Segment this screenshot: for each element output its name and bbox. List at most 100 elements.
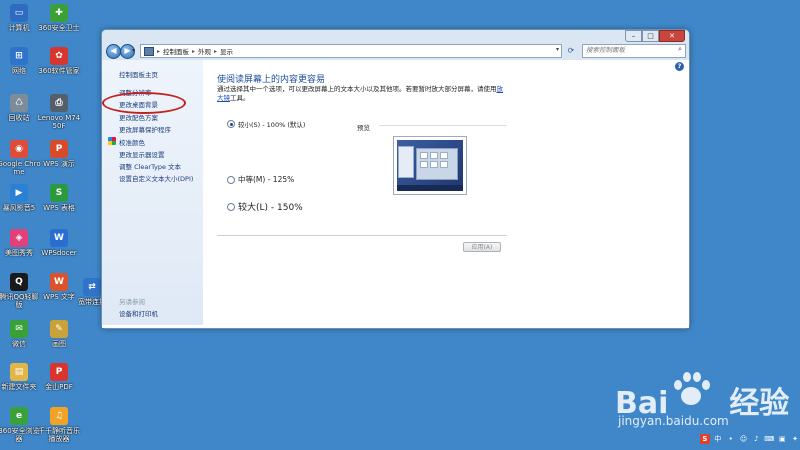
wechat-icon: ✉ xyxy=(10,320,28,338)
breadcrumb-display[interactable]: 显示 xyxy=(220,46,233,56)
broadband-connection-icon: ⇄ xyxy=(83,278,101,296)
desktop-icon-360-security[interactable]: ✚ 360安全卫士 xyxy=(36,4,82,32)
back-button[interactable]: ◀ xyxy=(106,44,121,59)
desktop-icon-label: 画图 xyxy=(52,340,66,348)
radio-icon[interactable] xyxy=(227,175,235,184)
printer-icon: ⎙ xyxy=(50,94,68,112)
address-bar[interactable]: ▸ 控制面板 ▸ 外观 ▸ 显示 ▾ xyxy=(140,44,562,58)
option-smaller[interactable]: 较小(S) - 100% (默认) xyxy=(227,119,305,129)
description-text: 通过选择其中一个选项，可以更改屏幕上的文本大小以及其他项。若要暂时放大部分屏幕，… xyxy=(217,85,497,93)
preview-window xyxy=(416,148,458,180)
qq-icon: Q xyxy=(10,273,28,291)
keyboard-icon[interactable]: ⌨ xyxy=(764,434,774,444)
desktop-icon-label: Lenovo M7450F xyxy=(37,114,81,130)
link-change-screen-saver[interactable]: 更改屏幕保护程序 xyxy=(119,124,171,134)
link-devices-and-printers[interactable]: 设备和打印机 xyxy=(119,308,158,318)
punctuation-icon[interactable]: • xyxy=(726,434,736,444)
software-manager-icon: ✿ xyxy=(50,47,68,65)
desktop-icon-label: 金山PDF xyxy=(45,383,73,391)
help-icon[interactable]: ? xyxy=(675,62,684,71)
control-panel-icon xyxy=(144,46,154,56)
desktop-icon-paint[interactable]: ✎ 画图 xyxy=(36,320,82,348)
see-also-heading: 另请参阅 xyxy=(119,298,145,306)
recycle-bin-icon: ♺ xyxy=(10,94,28,112)
breadcrumb-control-panel[interactable]: 控制面板 xyxy=(163,46,189,56)
photo-editor-icon: ◈ xyxy=(10,229,28,247)
shield-icon xyxy=(108,137,116,145)
control-panel-window: – □ ✕ ◀ ▶ ▾ ▸ 控制面板 ▸ 外观 ▸ 显示 ▾ ⟳ ⌕ 控制面板主… xyxy=(101,29,690,329)
close-button[interactable]: ✕ xyxy=(659,30,685,42)
desktop-icon-lenovo-printer[interactable]: ⎙ Lenovo M7450F xyxy=(36,94,82,130)
breadcrumb-appearance[interactable]: 外观 xyxy=(198,46,211,56)
preview-sidebar xyxy=(398,146,414,178)
watermark-brand-right: 经验 xyxy=(729,386,790,421)
watermark-url: jingyan.baidu.com xyxy=(618,414,729,428)
toolbox-icon[interactable]: ▣ xyxy=(777,434,787,444)
preview-tile xyxy=(440,161,448,168)
link-adjust-cleartype[interactable]: 调整 ClearType 文本 xyxy=(119,161,181,171)
desktop-icon-kingsoft-pdf[interactable]: P 金山PDF xyxy=(36,363,82,391)
search-icon[interactable]: ⌕ xyxy=(678,45,682,54)
input-mode-icon[interactable]: 中 xyxy=(713,434,723,444)
sogou-input-icon[interactable]: S xyxy=(700,434,710,444)
emoji-icon[interactable]: ☺ xyxy=(739,434,749,444)
breadcrumb-separator: ▸ xyxy=(214,47,218,55)
maximize-button[interactable]: □ xyxy=(642,30,659,42)
main-content: 使阅读屏幕上的内容更容易 通过选择其中一个选项，可以更改屏幕上的文本大小以及其他… xyxy=(217,60,687,325)
preview-tile xyxy=(440,152,448,159)
paint-icon: ✎ xyxy=(50,320,68,338)
option-label: 中等(M) - 125% xyxy=(238,175,295,184)
microphone-icon[interactable]: ♪ xyxy=(751,434,761,444)
link-calibrate-color[interactable]: 校准颜色 xyxy=(119,137,145,147)
music-player-icon: ♫ xyxy=(50,407,68,425)
computer-icon: ▭ xyxy=(10,4,28,22)
wps-spreadsheet-icon: S xyxy=(50,184,68,202)
baidu-paw-icon xyxy=(670,370,712,410)
content-divider xyxy=(217,235,507,236)
option-label: 较小(S) - 100% (默认) xyxy=(238,121,306,129)
desktop-icon-360-software[interactable]: ✿ 360软件管家 xyxy=(36,47,82,75)
preview-tile xyxy=(420,152,428,159)
window-body: 控制面板主页 调整分辨率 更改桌面背景 更改配色方案 更改屏幕保护程序 校准颜色… xyxy=(102,60,689,328)
desktop-icon-label: 千千静听音乐播放器 xyxy=(38,427,80,443)
preview-label: 预览 xyxy=(357,124,370,132)
pdf-icon: P xyxy=(50,363,68,381)
refresh-icon[interactable]: ⟳ xyxy=(564,45,578,57)
link-change-display-settings[interactable]: 更改显示器设置 xyxy=(119,149,165,159)
preview-taskbar xyxy=(397,185,463,191)
recent-pages-dropdown[interactable]: ▾ xyxy=(132,47,135,54)
window-controls: – □ ✕ xyxy=(625,30,685,42)
option-larger[interactable]: 较大(L) - 150% xyxy=(227,200,303,213)
preview-desktop xyxy=(397,140,463,191)
desktop-icon-label: 360软件管家 xyxy=(38,67,80,75)
description-text-end: 工具。 xyxy=(230,94,250,102)
wps-presentation-icon: P xyxy=(50,140,68,158)
chevron-down-icon[interactable]: ▾ xyxy=(556,46,559,53)
option-medium[interactable]: 中等(M) - 125% xyxy=(227,174,294,185)
desktop-icon-ttplayer[interactable]: ♫ 千千静听音乐播放器 xyxy=(36,407,82,443)
apply-button[interactable]: 应用(A) xyxy=(463,242,501,252)
wps-writer-icon: W xyxy=(50,273,68,291)
video-player-icon: ▶ xyxy=(10,184,28,202)
desktop-icon-wps-spreadsheet[interactable]: S WPS 表格 xyxy=(36,184,82,212)
radio-selected-icon[interactable] xyxy=(227,120,235,128)
radio-icon[interactable] xyxy=(227,202,235,211)
title-bar[interactable]: – □ ✕ xyxy=(102,30,689,42)
desktop-icon-label: WPS 演示 xyxy=(43,160,75,168)
link-custom-text-size[interactable]: 设置自定义文本大小(DPI) xyxy=(119,173,193,183)
browser-icon: e xyxy=(10,407,28,425)
desktop-icon-label: WPSdocer xyxy=(41,249,77,257)
breadcrumb-separator: ▸ xyxy=(192,47,196,55)
search-input[interactable] xyxy=(583,45,672,55)
desktop-icon-label: WPS 表格 xyxy=(43,204,75,212)
link-control-panel-home[interactable]: 控制面板主页 xyxy=(119,69,158,79)
search-box: ⌕ xyxy=(582,44,686,58)
skin-icon[interactable]: ✦ xyxy=(790,434,800,444)
page-title: 使阅读屏幕上的内容更容易 xyxy=(217,75,326,85)
shield-plus-icon: ✚ xyxy=(50,4,68,22)
desktop-icon-wpsdocer[interactable]: W WPSdocer xyxy=(36,229,82,257)
breadcrumb-separator: ▸ xyxy=(157,47,161,55)
minimize-button[interactable]: – xyxy=(625,30,642,42)
folder-icon: ▤ xyxy=(10,363,28,381)
desktop-icon-wps-presentation[interactable]: P WPS 演示 xyxy=(36,140,82,168)
